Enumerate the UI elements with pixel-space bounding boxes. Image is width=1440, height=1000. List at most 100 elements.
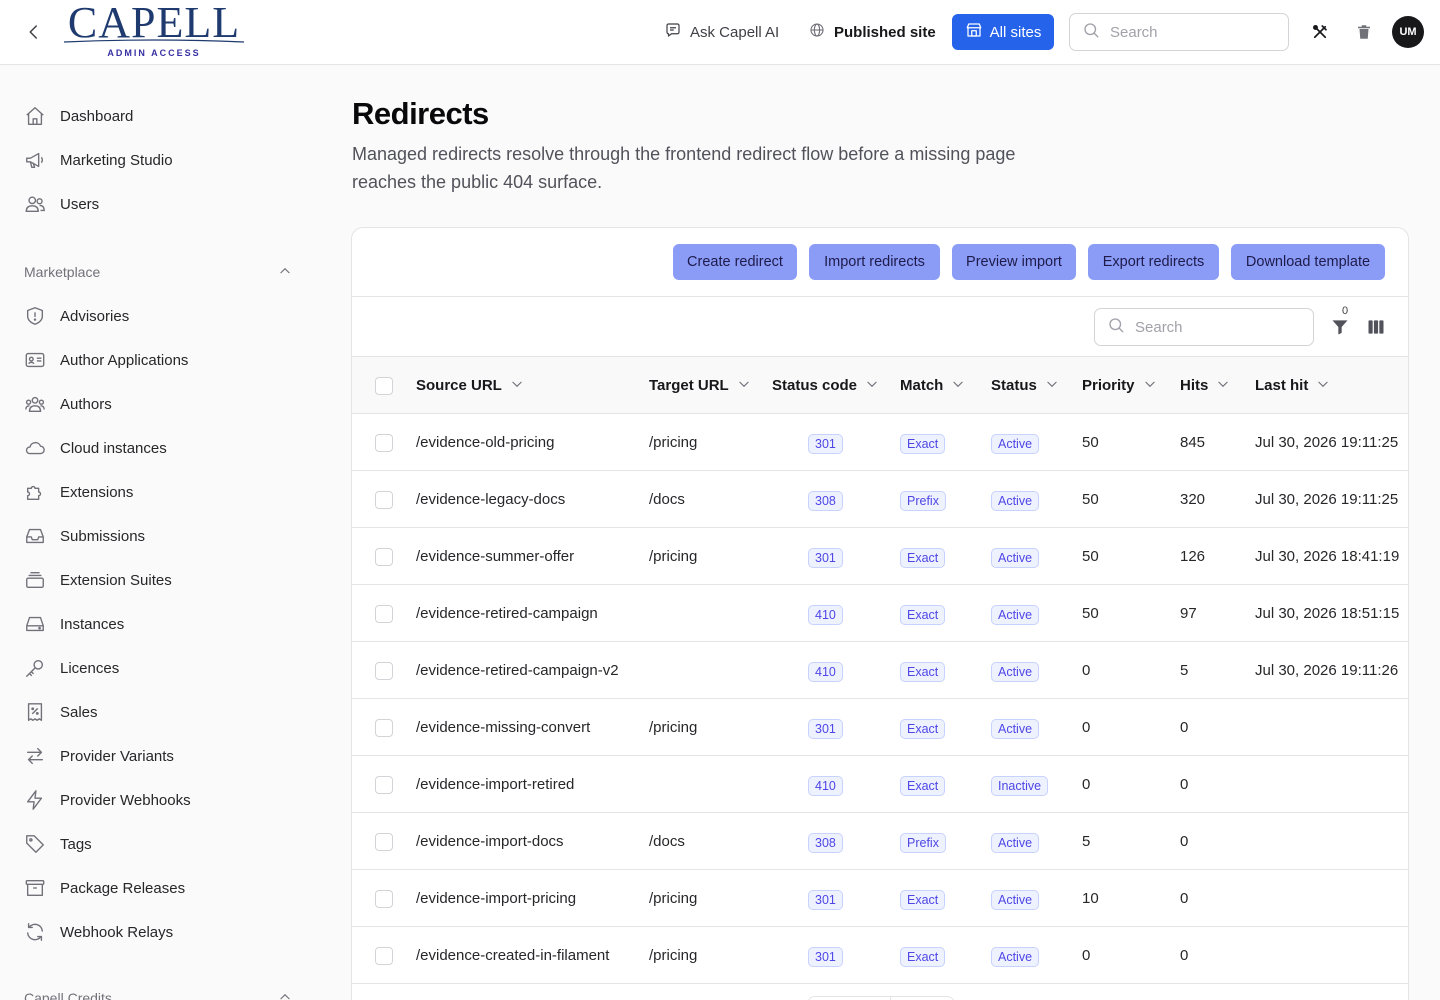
sidebar-item-provider-variants[interactable]: Provider Variants [24, 736, 296, 776]
row-checkbox[interactable] [375, 776, 393, 794]
column-header-status[interactable]: Status [991, 357, 1059, 414]
table-row[interactable]: /evidence-old-pricing /pricing 301 Exact… [352, 414, 1408, 471]
select-all-checkbox[interactable] [375, 377, 393, 395]
column-label: Priority [1082, 377, 1135, 394]
home-icon [24, 105, 46, 127]
all-sites-button[interactable]: All sites [952, 14, 1054, 50]
table-row[interactable]: /evidence-import-docs /docs 308 Prefix A… [352, 813, 1408, 870]
row-checkbox[interactable] [375, 434, 393, 452]
chevron-down-icon [865, 377, 879, 395]
sidebar-item-label: Cloud instances [60, 439, 167, 457]
published-site-link[interactable]: Published site [808, 20, 936, 44]
sidebar-item-package-releases[interactable]: Package Releases [24, 868, 296, 908]
chevron-down-icon [1316, 377, 1330, 395]
status-badge: Active [991, 548, 1040, 568]
table-row[interactable]: /evidence-legacy-docs /docs 308 Prefix A… [352, 471, 1408, 528]
column-header-status-code[interactable]: Status code [772, 357, 879, 414]
export-redirects-button[interactable]: Export redirects [1088, 244, 1219, 280]
sidebar-item-label: Package Releases [60, 879, 186, 897]
column-header-priority[interactable]: Priority [1082, 357, 1157, 414]
table-row[interactable]: /evidence-missing-convert /pricing 301 E… [352, 699, 1408, 756]
sidebar-item-label: Instances [60, 615, 125, 633]
sidebar-item-authors[interactable]: Authors [24, 384, 296, 424]
ask-ai-link[interactable]: Ask Capell AI [664, 20, 779, 44]
published-site-label: Published site [834, 23, 936, 41]
sidebar-item-users[interactable]: Users [24, 184, 296, 224]
status-code-badge: 301 [808, 947, 843, 967]
row-checkbox[interactable] [375, 605, 393, 623]
columns-icon[interactable] [1364, 315, 1388, 339]
chevron-down-icon [1045, 377, 1059, 395]
table-row[interactable]: /evidence-created-in-filament /pricing 3… [352, 927, 1408, 984]
filter-icon[interactable] [1328, 315, 1352, 339]
sidebar-group-capell-credits[interactable]: Capell Credits [24, 986, 296, 1000]
column-label: Target URL [649, 377, 729, 394]
users-icon [24, 193, 46, 215]
status-badge: Active [991, 605, 1040, 625]
sidebar-item-sales[interactable]: Sales [24, 692, 296, 732]
column-header-match[interactable]: Match [900, 357, 965, 414]
table-row[interactable]: /evidence-import-retired 410 Exact Inact… [352, 756, 1408, 813]
target-url-cell: /docs [649, 491, 685, 508]
row-checkbox[interactable] [375, 833, 393, 851]
sidebar-item-tags[interactable]: Tags [24, 824, 296, 864]
preview-import-button[interactable]: Preview import [952, 244, 1076, 280]
download-template-button[interactable]: Download template [1231, 244, 1385, 280]
source-url-cell: /evidence-missing-convert [416, 719, 591, 736]
table-row[interactable]: /evidence-summer-offer /pricing 301 Exac… [352, 528, 1408, 585]
all-sites-label: All sites [989, 23, 1042, 41]
source-url-cell: /evidence-retired-campaign-v2 [416, 662, 619, 679]
sidebar-item-provider-webhooks[interactable]: Provider Webhooks [24, 780, 296, 820]
sidebar-item-cloud-instances[interactable]: Cloud instances [24, 428, 296, 468]
sidebar-item-author-applications[interactable]: Author Applications [24, 340, 296, 380]
back-arrow-icon[interactable] [22, 20, 46, 44]
column-header-hits[interactable]: Hits [1180, 357, 1230, 414]
sidebar-item-label: Extension Suites [60, 571, 172, 589]
hits-cell: 0 [1180, 947, 1189, 964]
column-header-target-url[interactable]: Target URL [649, 357, 751, 414]
table-row[interactable]: /evidence-import-pricing /pricing 301 Ex… [352, 870, 1408, 927]
page-description: Managed redirects resolve through the fr… [352, 144, 1016, 192]
sidebar-item-advisories[interactable]: Advisories [24, 296, 296, 336]
table-search[interactable] [1094, 308, 1314, 346]
source-url-cell: /evidence-summer-offer [416, 548, 575, 565]
column-label: Last hit [1255, 377, 1309, 394]
trash-icon[interactable] [1352, 20, 1376, 44]
priority-cell: 0 [1082, 662, 1091, 679]
sidebar-item-webhook-relays[interactable]: Webhook Relays [24, 912, 296, 952]
row-checkbox[interactable] [375, 719, 393, 737]
match-badge: Exact [900, 776, 946, 796]
table-row[interactable]: /evidence-retired-campaign 410 Exact Act… [352, 585, 1408, 642]
row-checkbox[interactable] [375, 947, 393, 965]
sidebar-item-instances[interactable]: Instances [24, 604, 296, 644]
global-search-input[interactable] [1110, 23, 1270, 41]
row-checkbox[interactable] [375, 548, 393, 566]
column-label: Status code [772, 377, 858, 394]
table-search-input[interactable] [1135, 318, 1295, 336]
sidebar-item-extensions[interactable]: Extensions [24, 472, 296, 512]
column-header-source-url[interactable]: Source URL [416, 357, 524, 414]
sidebar-item-licences[interactable]: Licences [24, 648, 296, 688]
row-checkbox[interactable] [375, 890, 393, 908]
sidebar-item-submissions[interactable]: Submissions [24, 516, 296, 556]
match-badge: Exact [900, 548, 946, 568]
tools-icon[interactable] [1308, 20, 1332, 44]
user-group-icon [24, 393, 46, 415]
table-row[interactable]: /evidence-retired-campaign-v2 410 Exact … [352, 642, 1408, 699]
status-badge: Active [991, 947, 1040, 967]
row-checkbox[interactable] [375, 491, 393, 509]
sidebar-item-marketing-studio[interactable]: Marketing Studio [24, 140, 296, 180]
sidebar-item-extension-suites[interactable]: Extension Suites [24, 560, 296, 600]
capell-logo[interactable]: CAPELL ADMIN ACCESS [62, 0, 246, 60]
status-badge: Active [991, 833, 1040, 853]
import-redirects-button[interactable]: Import redirects [809, 244, 940, 280]
row-checkbox[interactable] [375, 662, 393, 680]
sidebar-group-marketplace[interactable]: Marketplace [24, 260, 296, 284]
sidebar-item-dashboard[interactable]: Dashboard [24, 96, 296, 136]
column-header-last-hit[interactable]: Last hit [1255, 357, 1330, 414]
create-redirect-button[interactable]: Create redirect [673, 244, 797, 280]
global-search[interactable] [1069, 13, 1289, 51]
user-avatar[interactable]: UM [1392, 16, 1424, 48]
building-storefront-icon [965, 21, 983, 43]
pagination[interactable] [807, 996, 955, 1000]
